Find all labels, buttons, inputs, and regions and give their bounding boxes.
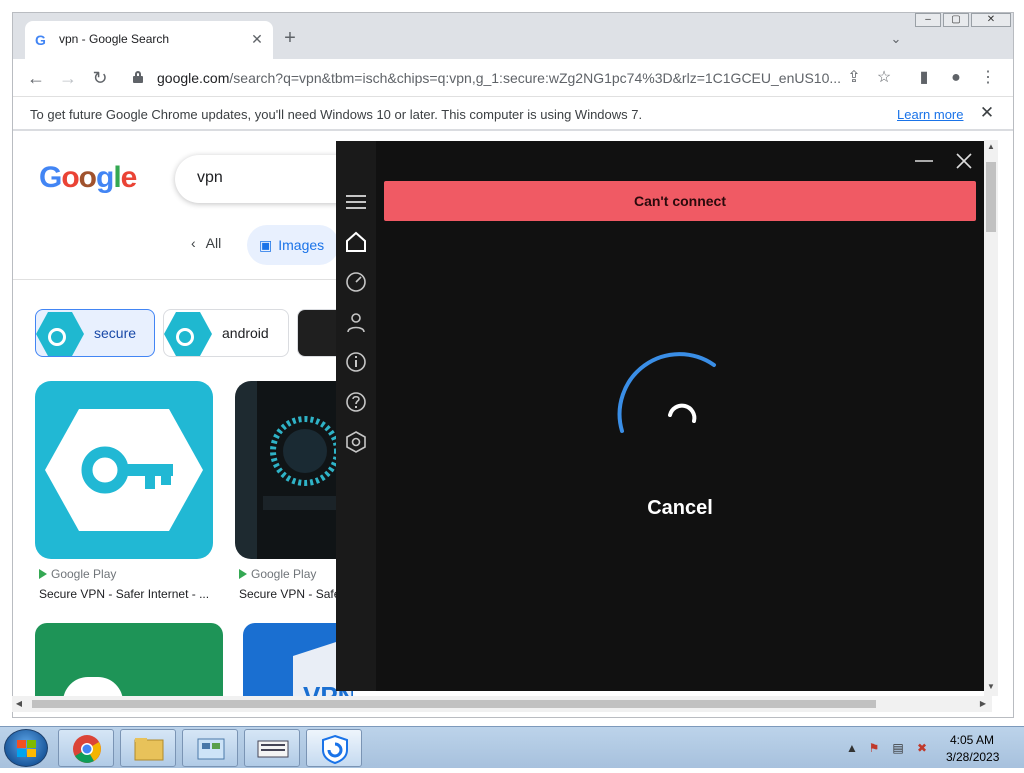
result-source: Google Play — [239, 567, 316, 581]
clock-date[interactable]: 3/28/2023 — [946, 750, 999, 764]
vpn-app-window: Can't connect Cancel — [336, 141, 984, 691]
chrome-icon — [73, 735, 101, 763]
address-bar[interactable]: google.com/search?q=vpn&tbm=isch&chips=q… — [123, 64, 853, 92]
tab-title: vpn - Google Search — [59, 32, 170, 46]
windows-logo-icon — [17, 740, 36, 757]
horizontal-scroll-thumb[interactable] — [32, 700, 876, 708]
new-tab-button[interactable]: + — [279, 28, 301, 50]
taskbar-chrome[interactable] — [58, 729, 114, 767]
result-title[interactable]: Secure VPN - Safer Internet - ... — [39, 587, 209, 601]
folder-icon — [134, 738, 164, 761]
browser-toolbar: ← → ↻ google.com/search?q=vpn&tbm=isch&c… — [13, 59, 1013, 97]
filter-all[interactable]: ‹ All — [191, 235, 221, 251]
profile-avatar-icon[interactable]: ● — [945, 67, 967, 89]
cancel-button[interactable]: Cancel — [600, 497, 760, 520]
lock-thumbnail-icon — [298, 310, 340, 356]
google-play-icon — [39, 569, 47, 579]
google-play-icon — [239, 569, 247, 579]
taskbar-vpn-app[interactable] — [306, 729, 362, 767]
close-window-button[interactable]: ✕ — [971, 13, 1011, 27]
result-title[interactable]: Secure VPN - Safe — [239, 587, 340, 601]
scroll-left-icon[interactable]: ◀ — [12, 697, 26, 711]
key-hexagon-icon — [45, 409, 203, 531]
connect-ring-icon — [257, 381, 345, 559]
url-text: google.com/search?q=vpn&tbm=isch&chips=q… — [157, 70, 841, 86]
chip-label: secure — [94, 325, 137, 341]
update-infobar: To get future Google Chrome updates, you… — [13, 97, 1013, 131]
account-icon[interactable] — [345, 311, 367, 333]
minimize-window-button[interactable]: – — [915, 13, 941, 27]
home-icon[interactable] — [345, 231, 367, 253]
search-query: vpn — [197, 169, 223, 186]
scroll-up-icon[interactable]: ▲ — [984, 140, 998, 154]
tab-vpn-search[interactable]: G vpn - Google Search ✕ — [25, 21, 273, 59]
chip-android[interactable]: android — [163, 309, 289, 357]
tab-search-chevron-icon[interactable]: ⌄ — [885, 28, 907, 50]
learn-more-link[interactable]: Learn more — [897, 107, 963, 122]
windows-taskbar: ▲ ⚑ ▤ ✖ 4:05 AM 3/28/2023 — [0, 726, 1024, 768]
system-tray: ▲ ⚑ ▤ ✖ 4:05 AM 3/28/2023 — [842, 727, 1022, 769]
result-source: Google Play — [39, 567, 116, 581]
maximize-window-button[interactable]: ▢ — [943, 13, 969, 27]
image-result-green[interactable] — [35, 623, 223, 699]
url-path: /search?q=vpn&tbm=isch&chips=q:vpn,g_1:s… — [229, 70, 842, 86]
menu-dots-icon[interactable]: ⋮ — [977, 67, 999, 89]
vpn-sidebar — [336, 141, 376, 691]
taskbar-keyboard-app[interactable] — [244, 729, 300, 767]
forward-arrow-icon[interactable]: → — [57, 67, 79, 89]
control-panel-icon — [197, 738, 225, 760]
scroll-down-icon[interactable]: ▼ — [984, 680, 998, 694]
clock-time[interactable]: 4:05 AM — [950, 733, 994, 747]
scroll-right-icon[interactable]: ▶ — [976, 697, 990, 711]
window-controls: – ▢ ✕ — [915, 13, 1011, 27]
show-hidden-icons-icon[interactable]: ▲ — [844, 740, 860, 756]
vpn-minimize-icon[interactable] — [914, 151, 934, 171]
help-icon[interactable] — [345, 391, 367, 413]
tab-strip: G vpn - Google Search ✕ + ⌄ – ▢ ✕ — [13, 13, 1013, 59]
connecting-spinner-icon — [617, 352, 716, 433]
key-hex-icon — [36, 312, 84, 356]
info-icon[interactable] — [345, 351, 367, 373]
taskbar-control-panel[interactable] — [182, 729, 238, 767]
vertical-scroll-thumb[interactable] — [986, 162, 996, 232]
filter-images[interactable]: ▣ Images — [247, 225, 339, 265]
keyboard-icon — [257, 740, 289, 758]
google-doodle-logo[interactable]: Google — [39, 161, 137, 195]
tab-close-icon[interactable]: ✕ — [247, 29, 267, 49]
network-icon[interactable]: ▤ — [890, 740, 906, 756]
page-horizontal-scrollbar[interactable]: ◀ ▶ — [12, 696, 992, 712]
reload-icon[interactable]: ↻ — [89, 67, 111, 89]
volume-muted-icon[interactable]: ✖ — [914, 740, 930, 756]
action-center-flag-icon[interactable]: ⚑ — [866, 740, 882, 756]
url-host: google.com — [157, 70, 230, 86]
hamburger-menu-icon[interactable] — [345, 191, 367, 213]
vpn-close-icon[interactable] — [954, 151, 974, 171]
infobar-close-icon[interactable]: ✕ — [977, 103, 997, 123]
infobar-message: To get future Google Chrome updates, you… — [30, 107, 643, 122]
secure-vpn-thumbnail[interactable] — [35, 381, 213, 559]
share-icon[interactable]: ⇪ — [843, 67, 865, 89]
side-panel-icon[interactable]: ▮ — [913, 67, 935, 89]
chip-secure[interactable]: secure — [35, 309, 155, 357]
google-favicon-icon: G — [35, 32, 46, 48]
settings-icon[interactable] — [345, 431, 367, 453]
chip-label: android — [222, 325, 269, 341]
speedometer-icon[interactable] — [345, 271, 367, 293]
lock-icon — [133, 71, 143, 83]
back-arrow-icon[interactable]: ← — [25, 67, 47, 89]
connection-status-banner: Can't connect — [384, 181, 976, 221]
image-filter-icon: ▣ — [259, 237, 273, 253]
key-hex-icon — [164, 312, 212, 356]
taskbar-explorer[interactable] — [120, 729, 176, 767]
bookmark-star-icon[interactable]: ☆ — [873, 67, 895, 89]
start-button[interactable] — [4, 729, 48, 767]
page-vertical-scrollbar[interactable]: ▲ ▼ — [984, 140, 998, 696]
vpn-shield-icon — [322, 734, 348, 765]
vpn-app-screenshot-thumbnail[interactable] — [235, 381, 345, 559]
